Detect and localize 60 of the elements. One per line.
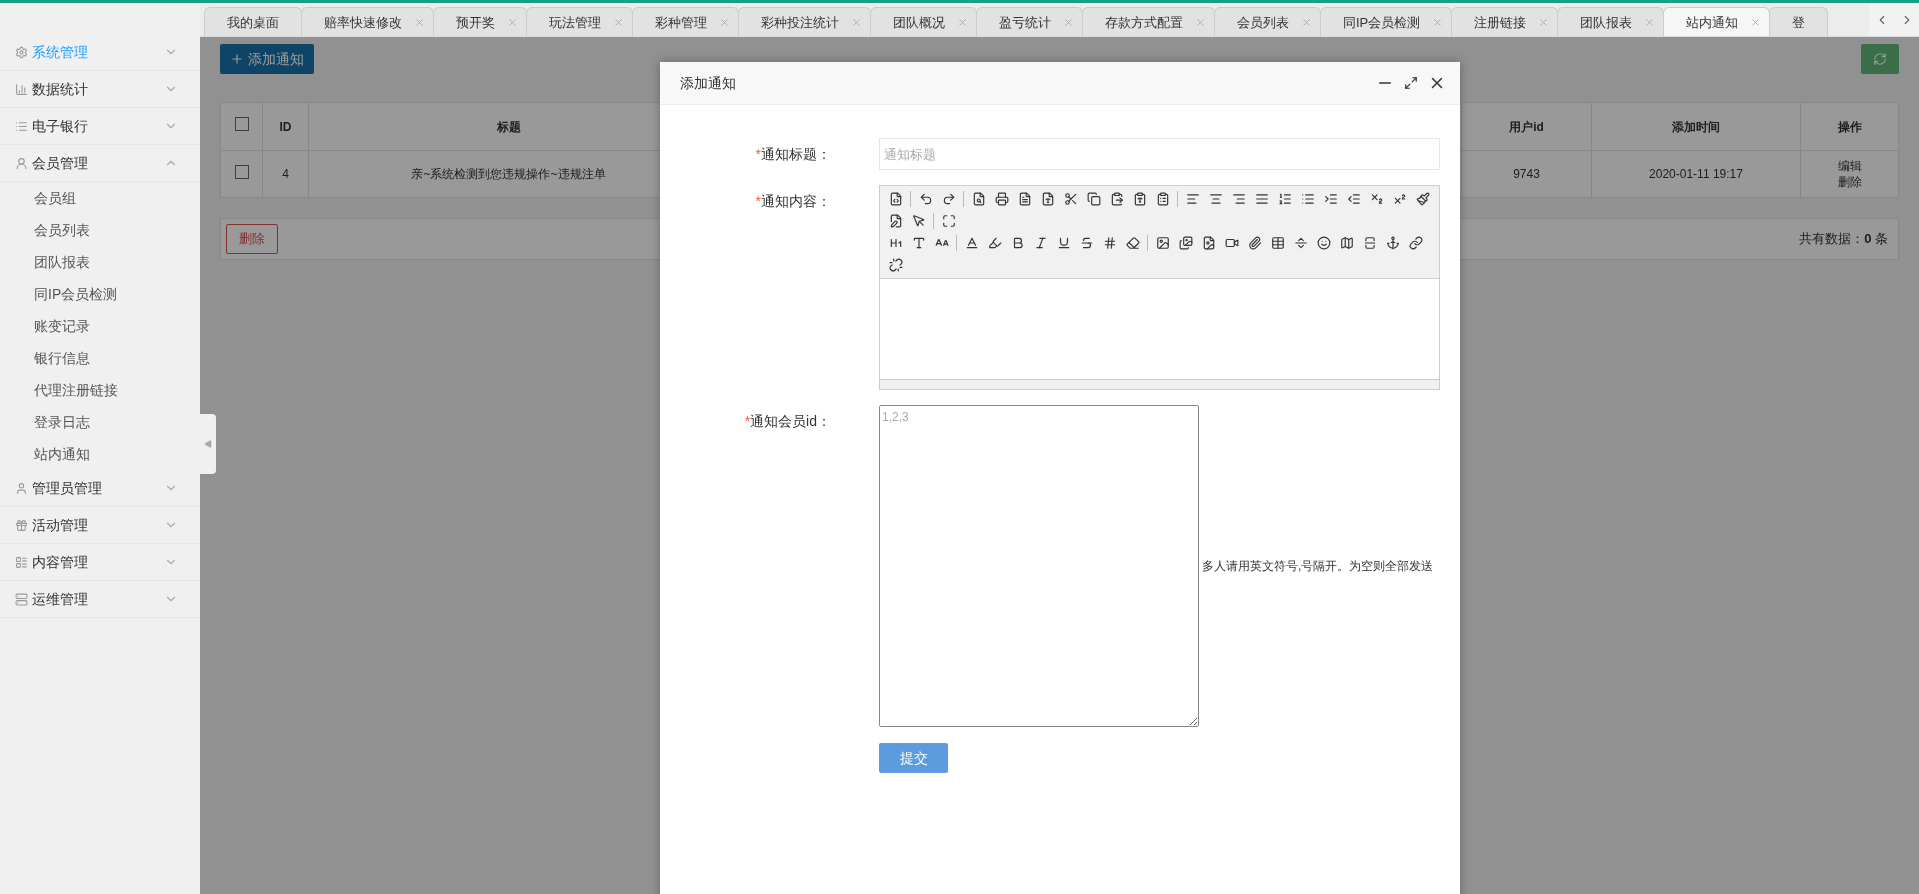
tab[interactable]: 站内通知	[1663, 7, 1771, 36]
column-header: 添加时间	[1591, 102, 1801, 151]
layout-icon	[15, 555, 28, 569]
hint-text: 多人请用英文符号,号隔开。为空则全部发送	[1202, 558, 1434, 575]
tab[interactable]: 预开奖	[433, 7, 527, 36]
server-icon	[15, 592, 28, 606]
tab[interactable]: 我的桌面	[204, 7, 302, 36]
sidebar-subitem[interactable]: 会员组	[0, 182, 200, 214]
refresh-icon	[1873, 52, 1887, 66]
field-label: 通知标题：	[761, 146, 831, 162]
required-mark: *	[744, 413, 751, 429]
tab[interactable]: 注册链接	[1451, 7, 1559, 36]
add-notice-button[interactable]: 添加通知	[220, 44, 314, 74]
person-icon	[15, 156, 28, 170]
sidebar-subitem[interactable]: 账变记录	[0, 310, 200, 342]
column-header: 用户id	[1461, 102, 1592, 151]
tab[interactable]: 团队概况	[870, 7, 977, 36]
required-mark: *	[755, 146, 761, 162]
tab[interactable]: 会员列表	[1214, 7, 1321, 36]
tab[interactable]: 登	[1769, 7, 1829, 36]
action-link[interactable]: 删除	[1837, 174, 1862, 190]
tab[interactable]: 存款方式配置	[1082, 7, 1215, 36]
table-cell: 2020-01-11 19:17	[1591, 150, 1801, 198]
triangle-icon	[204, 440, 212, 448]
field-label: 通知内容：	[761, 193, 831, 209]
input-field[interactable]: 通知标题	[879, 138, 1440, 170]
field-label: 通知会员id：	[750, 413, 831, 429]
table-cell: 4	[262, 150, 309, 198]
sidebar-subitem[interactable]: 团队报表	[0, 246, 200, 278]
tab[interactable]: 赔率快速修改	[301, 7, 434, 36]
tab[interactable]: 彩种投注统计	[738, 7, 871, 36]
tab[interactable]: 同IP会员检测	[1320, 7, 1453, 36]
checkbox[interactable]	[234, 164, 249, 179]
tab[interactable]: 玩法管理	[526, 7, 633, 36]
column-header: ID	[262, 102, 309, 151]
column-header: 操作	[1800, 102, 1899, 151]
sidebar-subitem[interactable]: 银行信息	[0, 342, 200, 374]
user-icon	[15, 481, 28, 495]
sidebar-subitem[interactable]: 同IP会员检测	[0, 278, 200, 310]
maximize-icon[interactable]	[1404, 76, 1418, 90]
plus-icon	[230, 52, 244, 66]
bar-chart-icon	[15, 82, 28, 96]
tab[interactable]: 彩种管理	[632, 7, 739, 36]
list-icon	[15, 119, 28, 133]
collapse-handle[interactable]	[200, 414, 216, 474]
table-cell: 9743	[1461, 150, 1592, 198]
member-id-field[interactable]: 1,2,3	[879, 405, 1199, 727]
sidebar-subitem[interactable]: 站内通知	[0, 438, 200, 470]
gift-icon	[15, 518, 28, 532]
settings-icon	[15, 45, 28, 59]
tab[interactable]: 盈亏统计	[976, 7, 1083, 36]
sidebar-subitem[interactable]: 登录日志	[0, 406, 200, 438]
sidebar-subitem[interactable]: 会员列表	[0, 214, 200, 246]
modal-title: 添加通知	[680, 73, 737, 93]
tab[interactable]: 团队报表	[1557, 7, 1665, 36]
required-mark: *	[755, 193, 761, 209]
checkbox[interactable]	[234, 117, 249, 131]
total-count: 共有数据：0 条	[1799, 230, 1889, 249]
action-link[interactable]: 编辑	[1837, 158, 1862, 174]
sidebar-subitem[interactable]: 代理注册链接	[0, 374, 200, 406]
